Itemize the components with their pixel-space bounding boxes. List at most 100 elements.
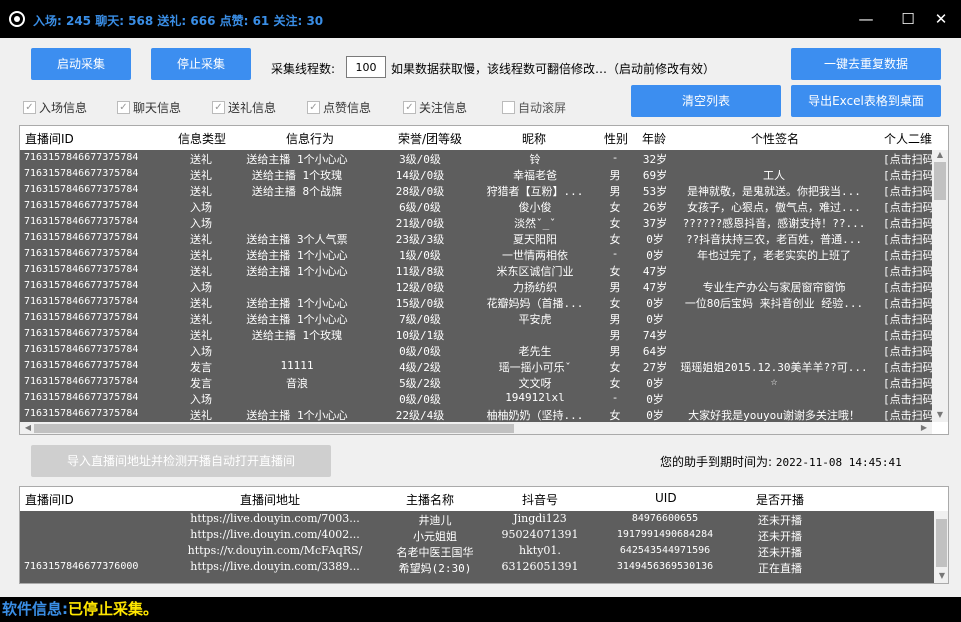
table-row[interactable]: 7163157846677375784 入场 0级/0级 194912lxl - 0岁 [点… (20, 390, 932, 406)
cell-id: 7163157846677375784 (24, 248, 139, 259)
cell-id: 7163157846677375784 (24, 376, 139, 387)
event-grid-vscrollbar[interactable]: ▲ ▼ (932, 150, 948, 422)
checkbox-box[interactable]: ✓ (307, 100, 320, 114)
table-row[interactable]: https://v.douyin.com/McFAqRS/名老中医王国华 hkty… (20, 543, 934, 559)
checkbox-3[interactable]: ✓ 点赞信息 (307, 99, 371, 115)
maximize-icon[interactable]: ☐ (897, 8, 919, 30)
col-nickname[interactable]: 昵称 (522, 130, 546, 147)
status-bar: 软件信息:已停止采集。 (0, 597, 961, 622)
col-uid[interactable]: UID (655, 491, 677, 505)
table-row[interactable]: https://live.douyin.com/4002... 小元姐姐 95024… (20, 527, 934, 543)
hscroll-thumb[interactable] (34, 424, 514, 433)
table-row[interactable]: 7163157846677375784 送礼 送给主播 8个战旗 28级/0级 狩猎者【… (20, 182, 932, 198)
table-row[interactable]: 7163157846677375784 入场 21级/0级 淡然ˇ_ˇ 女 37岁????… (20, 214, 932, 230)
cell-type: 送礼 (190, 297, 212, 310)
cell-lvl: 15级/0级 (395, 297, 445, 310)
start-collect-button[interactable]: 启动采集 (31, 48, 131, 80)
export-excel-button[interactable]: 导出Excel表格到桌面 (791, 85, 941, 117)
table-row[interactable]: 7163157846677375784 送礼 送给主播 1个小心心 11级/8级 米东区… (20, 262, 932, 278)
col-info-type[interactable]: 信息类型 (178, 130, 226, 147)
thread-count-input[interactable] (346, 56, 386, 78)
table-row[interactable]: 7163157846677375784 入场 6级/0级 俊小俊 女 26岁 女孩子，心狠点… (20, 198, 932, 214)
col-info-action[interactable]: 信息行为 (286, 130, 334, 147)
col-age[interactable]: 年龄 (642, 130, 666, 147)
table-row[interactable]: 7163157846677375784 发言 音浪 5级/2级 文文呀 女 0岁 ☆ [点击扫码 (20, 374, 932, 390)
dedupe-button[interactable]: 一键去重复数据 (791, 48, 941, 80)
cell-id: 7163157846677375784 (24, 264, 139, 275)
cell-age: 53岁 (642, 185, 668, 198)
col-douyin-id[interactable]: 抖音号 (522, 491, 558, 508)
table-row[interactable]: 7163157846677375784 送礼 送给主播 1个小心心 22级/4级 柚柚奶… (20, 406, 932, 422)
table-row[interactable]: 7163157846677375784 送礼 送给主播 3个人气票 23级/3级 夏天阳… (20, 230, 932, 246)
cell-act: 送给主播 1个小心心 (246, 409, 348, 422)
col-is-live[interactable]: 是否开播 (756, 491, 804, 508)
checkbox-5[interactable]: 自动滚屏 (502, 99, 566, 115)
checkbox-box[interactable] (502, 100, 515, 114)
cell-qr: [点击扫码 (883, 329, 932, 342)
cell-id: 7163157846677376000 (24, 561, 139, 572)
cell-act: 送给主播 1个玫瑰 (251, 329, 343, 342)
scroll-right-icon[interactable]: ▶ (916, 423, 932, 432)
table-row[interactable]: 7163157846677375784 送礼 送给主播 1个玫瑰 14级/0级 幸福老爸… (20, 166, 932, 182)
cell-nick: 幸福老爸 (513, 169, 557, 182)
cell-qr: [点击扫码 (883, 377, 932, 390)
cell-id: 7163157846677375784 (24, 216, 139, 227)
checkbox-1[interactable]: ✓ 聊天信息 (117, 99, 181, 115)
col-signature[interactable]: 个性签名 (751, 130, 799, 147)
table-row[interactable]: 7163157846677375784 送礼 送给主播 1个小心心 15级/0级 花瓣妈… (20, 294, 932, 310)
table-row[interactable]: 7163157846677375784 送礼 送给主播 1个小心心 3级/0级 铃 - 32… (20, 150, 932, 166)
scroll-thumb[interactable] (934, 162, 946, 200)
event-grid: 直播间ID 信息类型 信息行为 荣誉/团等级 昵称 性别 年龄 个性签名 个人二… (19, 125, 949, 435)
clear-list-button[interactable]: 清空列表 (631, 85, 781, 117)
cell-age: 47岁 (642, 265, 668, 278)
checkbox-box[interactable]: ✓ (117, 100, 130, 114)
cell-sex: 男 (609, 169, 621, 182)
cell-act: 送给主播 3个人气票 (246, 233, 348, 246)
table-row[interactable]: 7163157846677375784 送礼 送给主播 1个玫瑰 10级/1级 男 74岁… (20, 326, 932, 342)
table-row[interactable]: https://live.douyin.com/7003... 井迪儿 Jingdi… (20, 511, 934, 527)
close-icon[interactable]: ✕ (930, 8, 952, 30)
cell-type: 送礼 (190, 409, 212, 422)
status-label: 软件信息: (2, 600, 68, 618)
checkbox-4[interactable]: ✓ 关注信息 (403, 99, 467, 115)
import-room-button[interactable]: 导入直播间地址并检测开播自动打开直播间 (31, 445, 331, 477)
event-grid-hscrollbar[interactable]: ◀ ▶ (20, 422, 932, 434)
checkbox-2[interactable]: ✓ 送礼信息 (212, 99, 276, 115)
cell-sex: 女 (609, 233, 621, 246)
cell-qr: [点击扫码 (883, 281, 932, 294)
col-host-name[interactable]: 主播名称 (406, 491, 454, 508)
cell-sex: 女 (609, 217, 621, 230)
table-row[interactable]: 7163157846677375784 入场 12级/0级 力扬纺织 男 47岁 专业生产办… (20, 278, 932, 294)
cell-age: 64岁 (642, 345, 668, 358)
room-grid-vscrollbar[interactable]: ▼ (934, 511, 948, 583)
table-row[interactable]: 7163157846677375784 送礼 送给主播 1个小心心 1级/0级 一世情两… (20, 246, 932, 262)
checkbox-box[interactable]: ✓ (403, 100, 416, 114)
stop-collect-button[interactable]: 停止采集 (151, 48, 251, 80)
minimize-icon[interactable]: — (855, 8, 877, 30)
cell-nick: 狩猎者【互粉】... (486, 185, 584, 198)
table-row[interactable]: 7163157846677375784 发言 11111 4级/2级 瑶一摇小可乐ˇ 女 2… (20, 358, 932, 374)
col-qr[interactable]: 个人二维 (884, 130, 932, 147)
col-gender[interactable]: 性别 (604, 130, 628, 147)
scroll-thumb[interactable] (936, 519, 947, 567)
cell-host: 名老中医王国华 (396, 546, 474, 559)
col-room-id[interactable]: 直播间ID (25, 130, 74, 147)
table-row[interactable]: 7163157846677375784 送礼 送给主播 1个小心心 7级/0级 平安虎 男… (20, 310, 932, 326)
cell-act: 11111 (280, 359, 314, 372)
table-row[interactable]: 7163157846677375784 入场 0级/0级 老先生 男 64岁 [点击扫码 (20, 342, 932, 358)
col-room-url[interactable]: 直播间地址 (240, 491, 300, 508)
scroll-down-icon[interactable]: ▼ (934, 571, 948, 580)
col-room-id[interactable]: 直播间ID (25, 491, 74, 508)
cell-qr: [点击扫码 (883, 297, 932, 310)
checkbox-0[interactable]: ✓ 入场信息 (23, 99, 87, 115)
scroll-down-icon[interactable]: ▼ (932, 410, 948, 419)
checkbox-box[interactable]: ✓ (23, 100, 36, 114)
col-level[interactable]: 荣誉/团等级 (398, 130, 462, 147)
table-row[interactable]: 7163157846677376000 https://live.douyin.c… (20, 559, 934, 575)
cell-lvl: 7级/0级 (399, 313, 441, 326)
scroll-up-icon[interactable]: ▲ (932, 150, 948, 159)
cell-lvl: 10级/1级 (395, 329, 445, 342)
checkbox-box[interactable]: ✓ (212, 100, 225, 114)
cell-live: 还未开播 (758, 530, 802, 543)
cell-type: 送礼 (190, 249, 212, 262)
